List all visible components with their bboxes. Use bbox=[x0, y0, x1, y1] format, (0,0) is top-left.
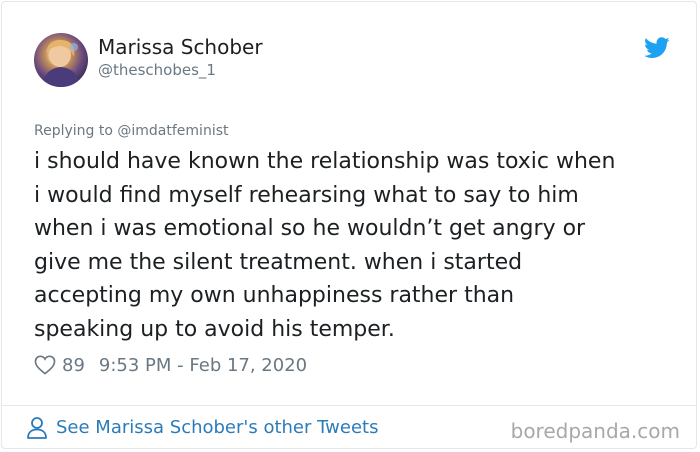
heart-icon[interactable] bbox=[34, 355, 56, 375]
tweet-text-line: speaking up to avoid his temper. bbox=[34, 316, 395, 342]
reply-context: Replying to @imdatfeminist bbox=[34, 122, 229, 140]
see-other-tweets-link[interactable]: See Marissa Schober's other Tweets bbox=[26, 416, 378, 440]
like-count[interactable]: 89 bbox=[62, 355, 85, 376]
twitter-bird-icon[interactable] bbox=[644, 37, 670, 59]
tweet-meta: 89 9:53 PM - Feb 17, 2020 bbox=[34, 353, 307, 377]
tweet-timestamp[interactable]: 9:53 PM - Feb 17, 2020 bbox=[99, 355, 307, 376]
avatar[interactable] bbox=[34, 33, 88, 87]
watermark: boredpanda.com bbox=[510, 419, 680, 443]
tweet-text-line: when i was emotional so he wouldn’t get … bbox=[34, 216, 586, 242]
tweet-text-line: accepting my own unhappiness rather than bbox=[34, 283, 515, 309]
tweet-card: Marissa Schober @theschobes_1 Replying t… bbox=[1, 1, 697, 449]
author-handle[interactable]: @theschobes_1 bbox=[98, 60, 216, 80]
tweet-text: i should have known the relationship was… bbox=[34, 145, 682, 347]
tweet-text-line: give me the silent treatment. when i sta… bbox=[34, 249, 523, 275]
tweet-text-line: i would find myself rehearsing what to s… bbox=[34, 182, 579, 208]
person-icon bbox=[27, 417, 47, 439]
author-display-name[interactable]: Marissa Schober bbox=[98, 35, 263, 59]
profile-photo bbox=[42, 39, 80, 87]
reply-prefix: Replying to bbox=[34, 123, 113, 139]
tweet-text-line: i should have known the relationship was… bbox=[34, 149, 616, 174]
footer-divider bbox=[2, 405, 696, 406]
reply-mention-link[interactable]: @imdatfeminist bbox=[117, 123, 228, 139]
see-other-tweets-label: See Marissa Schober's other Tweets bbox=[56, 417, 379, 438]
